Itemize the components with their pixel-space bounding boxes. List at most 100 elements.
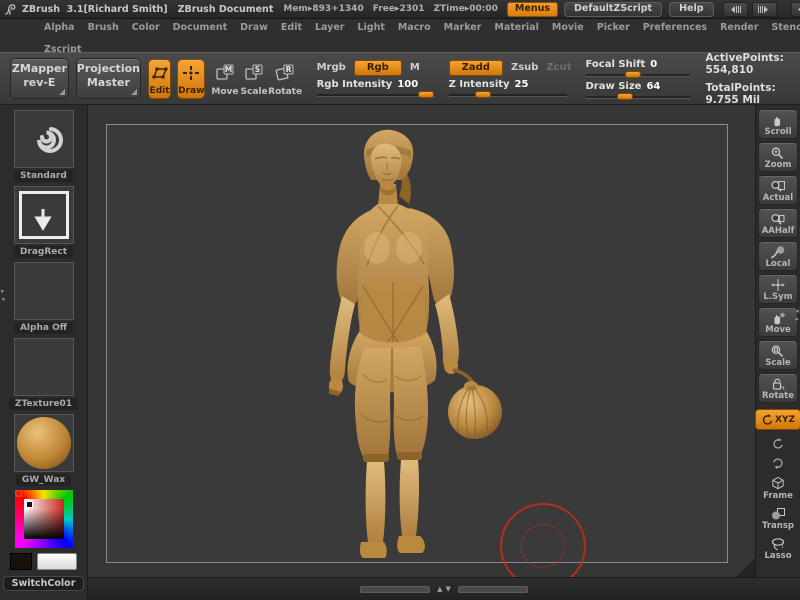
menu-item[interactable]: Color	[132, 22, 160, 33]
menu-item[interactable]: Document	[173, 22, 227, 33]
app-title: ZBrush 3.1[Richard Smith]	[22, 4, 168, 15]
lsym-button[interactable]: L.Sym	[758, 274, 798, 304]
zoom-button[interactable]: Zoom	[758, 142, 798, 172]
slider-thumb[interactable]	[625, 71, 641, 78]
move-gyro-button[interactable]: M Move	[211, 59, 238, 99]
frame-button[interactable]: Frame	[759, 474, 797, 502]
zsub-button[interactable]: Zsub	[511, 62, 538, 73]
local-button[interactable]: Local	[758, 241, 798, 271]
scale-button[interactable]: Scale	[758, 340, 798, 370]
tray-handle-bar[interactable]	[458, 586, 528, 593]
drag-arrow-icon	[15, 187, 71, 241]
draw-size-slider[interactable]: Draw Size64	[586, 81, 690, 99]
menu-item[interactable]: Alpha	[44, 22, 75, 33]
z-intensity-slider[interactable]: Z Intensity25	[449, 79, 567, 97]
scale-gyro-button[interactable]: S Scale	[241, 59, 268, 99]
menu-item[interactable]: Edit	[281, 22, 302, 33]
draw-pointer-icon	[182, 60, 200, 86]
arrow-down-icon	[446, 585, 451, 593]
aahalf-button[interactable]: AAHalf	[758, 208, 798, 238]
menu-item[interactable]: Macro	[398, 22, 431, 33]
actual-button[interactable]: Actual	[758, 175, 798, 205]
switch-color-button[interactable]: SwitchColor	[3, 576, 85, 591]
slider-thumb[interactable]	[617, 93, 633, 100]
arrow-up-icon	[437, 585, 442, 593]
projection-master-button[interactable]: Projection Master	[76, 58, 141, 99]
current-texture-thumbnail[interactable]	[14, 338, 74, 396]
menu-item[interactable]: Stencil	[772, 22, 800, 33]
rgb-intensity-slider[interactable]: Rgb Intensity100	[317, 79, 435, 97]
menu-item[interactable]: Movie	[552, 22, 584, 33]
active-points: ActivePoints: 554,810	[706, 52, 800, 76]
rotate-button[interactable]: Rotate	[758, 373, 798, 403]
tray-handle-bar[interactable]	[360, 586, 430, 593]
tray-arrows-left-button[interactable]	[723, 2, 748, 17]
bottom-bar	[88, 577, 800, 600]
focal-shift-slider[interactable]: Focal Shift0	[586, 59, 690, 77]
current-stroke-thumbnail[interactable]	[14, 186, 74, 244]
default-zscript-button[interactable]: DefaultZScript	[564, 2, 662, 17]
mrgb-button[interactable]: Mrgb	[317, 62, 346, 73]
divider-left-icon	[727, 5, 743, 14]
zbrush-logo-icon	[3, 2, 18, 17]
edit-button[interactable]: Edit	[148, 59, 171, 99]
ztime-stat: ZTime▸00:00	[434, 4, 498, 14]
divider-open-icon	[1, 288, 5, 294]
left-tray-divider[interactable]	[1, 288, 5, 302]
rotate-y-button[interactable]	[759, 434, 797, 452]
corner-cut	[734, 557, 755, 578]
stroke-label: DragRect	[14, 246, 73, 258]
dock-left-button[interactable]	[791, 2, 800, 17]
bottom-tray-toggle[interactable]	[437, 585, 451, 593]
magnifier-document-icon	[770, 178, 786, 193]
main-color-swatch[interactable]	[10, 553, 32, 570]
z-intensity-value: 25	[515, 79, 529, 91]
menu-item[interactable]: Layer	[315, 22, 345, 33]
current-brush-thumbnail[interactable]	[14, 110, 74, 168]
menu-item[interactable]: Render	[720, 22, 758, 33]
zmapper-button[interactable]: ZMapper rev-E	[10, 58, 69, 99]
slider-thumb[interactable]	[475, 91, 491, 98]
menu-item[interactable]: Picker	[597, 22, 630, 33]
scroll-button[interactable]: Scroll	[758, 109, 798, 139]
move-button[interactable]: Move	[758, 307, 798, 337]
rgb-button[interactable]: Rgb	[354, 60, 402, 76]
zcut-button[interactable]: Zcut	[546, 62, 571, 73]
current-alpha-thumbnail[interactable]	[14, 262, 74, 320]
help-button[interactable]: Help	[669, 2, 713, 17]
right-tray: Scroll Zoom Actual AAHalf Local L.Sym Mo…	[755, 105, 800, 578]
top-shelf: ZMapper rev-E Projection Master Edit Dra…	[0, 52, 800, 105]
svg-text:M: M	[225, 65, 232, 74]
menu-item[interactable]: Light	[358, 22, 385, 33]
rotate-free-icon	[761, 412, 774, 427]
lasso-button[interactable]: Lasso	[759, 534, 797, 562]
slider-thumb[interactable]	[418, 91, 434, 98]
document-title: ZBrush Document	[178, 4, 274, 15]
draw-pointer-button[interactable]: Draw	[177, 59, 205, 99]
tray-arrows-right-button[interactable]	[752, 2, 777, 17]
brush-sphere-icon	[770, 244, 786, 259]
xyz-button[interactable]: XYZ	[755, 409, 800, 430]
menu-item[interactable]: Brush	[88, 22, 119, 33]
menu-item[interactable]: Draw	[240, 22, 268, 33]
focal-draw-group: Focal Shift0 Draw Size64	[586, 59, 690, 99]
secondary-color-swatch[interactable]	[37, 553, 77, 570]
total-points: TotalPoints: 9.755 Mil	[706, 82, 800, 106]
m-button[interactable]: M	[410, 62, 420, 73]
texture-label: ZTexture01	[9, 398, 78, 410]
rotate-gyro-button[interactable]: R Rotate	[270, 59, 301, 99]
right-tray-divider[interactable]	[795, 308, 799, 322]
menu-item[interactable]: Material	[494, 22, 538, 33]
menu-item[interactable]: Preferences	[643, 22, 707, 33]
transp-button[interactable]: Transp	[759, 504, 797, 532]
current-material-thumbnail[interactable]	[14, 414, 74, 472]
color-picker[interactable]	[15, 490, 73, 548]
menu-row-1: Alpha Brush Color Document Draw Edit Layer Ligh…	[0, 19, 800, 33]
color-marker-icon	[26, 501, 33, 508]
zadd-button[interactable]: Zadd	[449, 60, 503, 76]
divider-right-icon	[756, 5, 772, 14]
menu-item[interactable]: Marker	[444, 22, 482, 33]
document-canvas[interactable]	[88, 105, 755, 578]
menus-button[interactable]: Menus	[507, 2, 558, 17]
rotate-z-button[interactable]	[759, 454, 797, 472]
